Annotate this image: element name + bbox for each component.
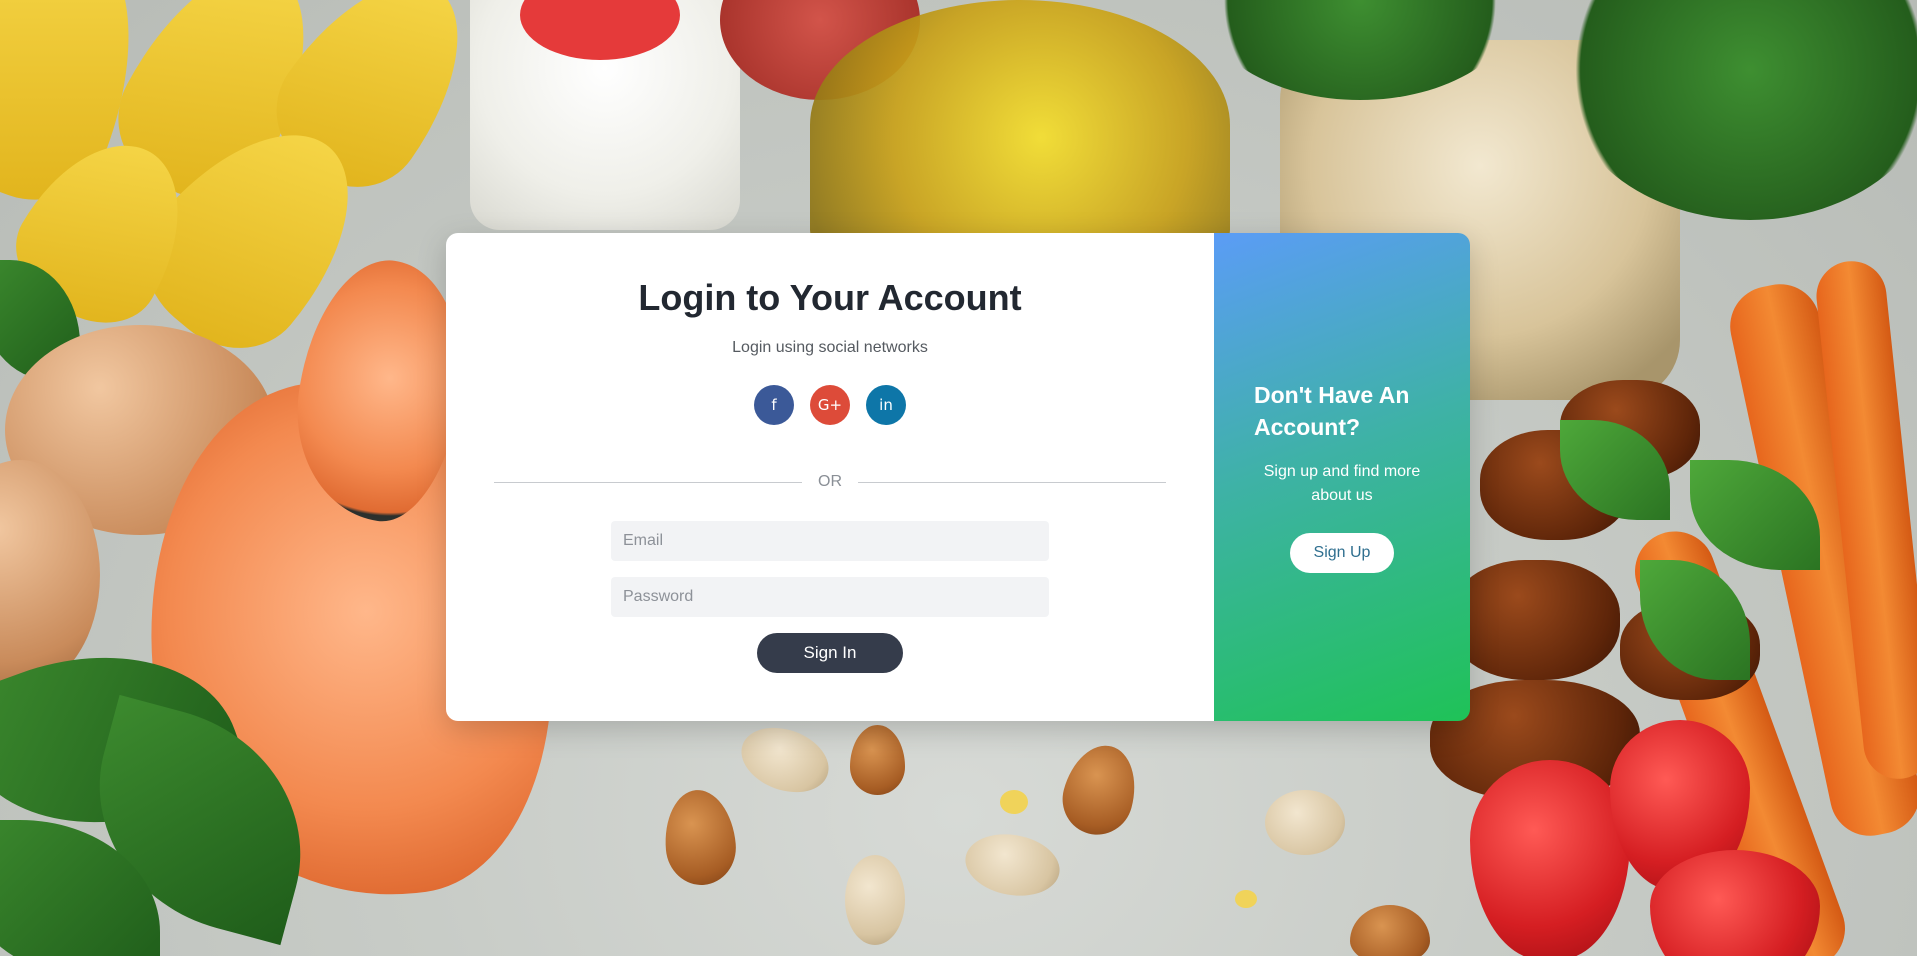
or-divider: OR (494, 473, 1166, 491)
facebook-login-button[interactable]: f (754, 385, 794, 425)
signup-title: Don't Have An Account? (1254, 382, 1410, 440)
login-card: Login to Your Account Login using social… (446, 233, 1470, 721)
sign-in-button[interactable]: Sign In (757, 633, 903, 673)
social-login-row: f G+ in (446, 385, 1214, 425)
signup-panel: Don't Have An Account? Sign up and find … (1214, 233, 1470, 721)
divider-line-right (858, 481, 1166, 483)
login-title: Login to Your Account (638, 277, 1022, 318)
login-subtitle: Login using social networks (732, 339, 928, 356)
password-field[interactable] (611, 577, 1049, 617)
login-page: Login to Your Account Login using social… (0, 0, 1917, 956)
login-panel: Login to Your Account Login using social… (446, 233, 1214, 721)
sign-up-button[interactable]: Sign Up (1290, 533, 1394, 573)
divider-text: OR (818, 473, 842, 490)
facebook-icon: f (771, 396, 777, 414)
signup-text: Sign up and find more about us (1263, 463, 1421, 504)
linkedin-icon: in (879, 396, 893, 414)
divider-line-left (494, 481, 802, 483)
google-plus-login-button[interactable]: G+ (810, 385, 850, 425)
linkedin-login-button[interactable]: in (866, 385, 906, 425)
email-field[interactable] (611, 521, 1049, 561)
google-plus-icon: G+ (817, 396, 843, 414)
